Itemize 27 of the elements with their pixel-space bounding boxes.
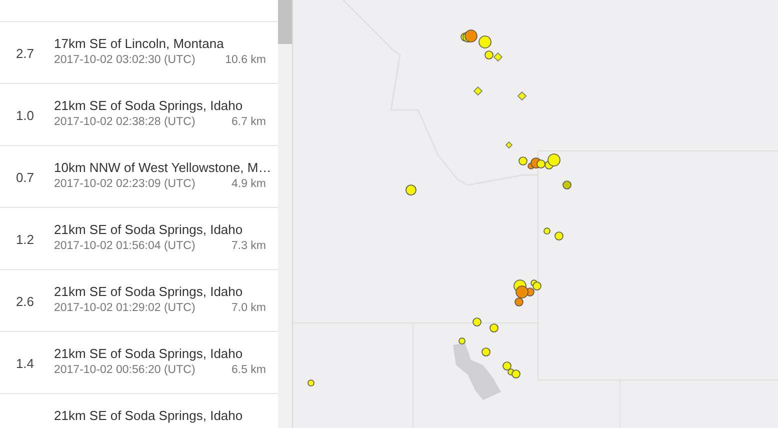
magnitude: 0.7 (16, 170, 34, 185)
magnitude: 1.2 (16, 232, 34, 247)
event-place[interactable]: 21km SE of Soda Springs, Idaho (54, 409, 243, 422)
event-place[interactable]: 21km SE of Soda Springs, Idaho (54, 285, 243, 298)
event-depth: 4.9 km (231, 177, 266, 191)
event-place[interactable]: 21km SE of Soda Springs, Idaho (54, 99, 243, 112)
event-place[interactable]: 10km NNW of West Yellowstone, M… (54, 161, 272, 174)
scrollbar[interactable] (278, 0, 292, 428)
event-place[interactable]: 21km SE of Soda Springs, Idaho (54, 223, 243, 236)
scrollbar-thumb[interactable] (278, 0, 292, 44)
event-depth: 6.5 km (231, 363, 266, 377)
event-depth: 6.7 km (231, 115, 266, 129)
magnitude: 2.6 (16, 294, 34, 309)
event-time: 2017-10-02 01:56:04 (UTC) (54, 239, 196, 253)
event-time: 2017-10-02 02:38:28 (UTC) (54, 115, 196, 129)
magnitude: 1.0 (16, 108, 34, 123)
event-time: 2017-10-02 03:02:30 (UTC) (54, 53, 196, 67)
event-time: 2017-10-02 02:23:09 (UTC) (54, 177, 196, 191)
event-place[interactable]: 21km SE of Soda Springs, Idaho (54, 347, 243, 360)
magnitude: 2.7 (16, 46, 34, 61)
event-depth: 10.6 km (225, 53, 266, 67)
event-time: 2017-10-02 00:56:20 (UTC) (54, 363, 196, 377)
event-time: 2017-10-02 01:29:02 (UTC) (54, 301, 196, 315)
event-place[interactable]: 17km SE of Lincoln, Montana (54, 37, 224, 50)
event-depth: 7.0 km (231, 301, 266, 315)
magnitude: 1.4 (16, 356, 34, 371)
event-depth: 7.3 km (231, 239, 266, 253)
